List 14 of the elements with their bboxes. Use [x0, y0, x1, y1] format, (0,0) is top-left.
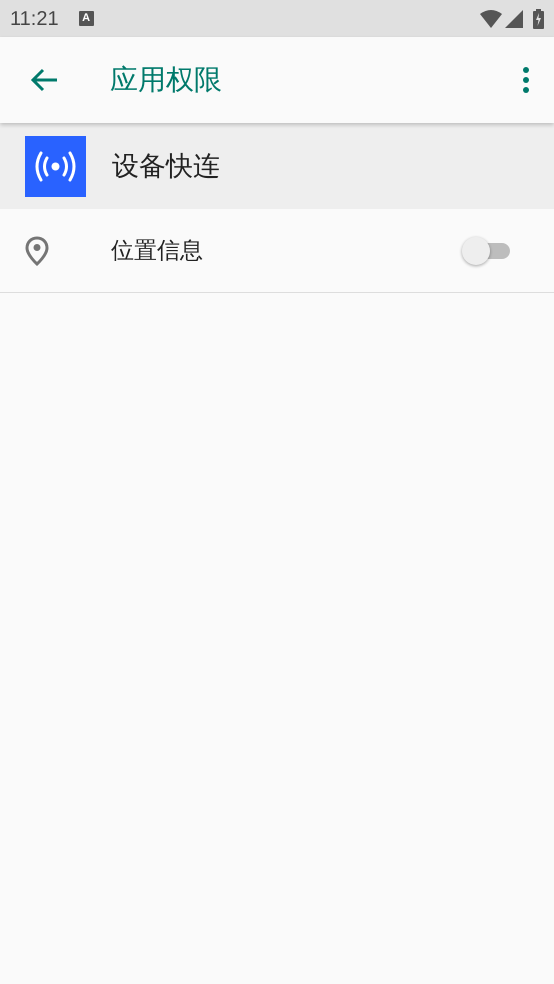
permission-label: 位置信息 — [111, 236, 203, 266]
page-title: 应用权限 — [110, 63, 222, 97]
status-time: 11:21 — [10, 6, 59, 32]
signal-icon — [505, 10, 523, 28]
more-options-button[interactable] — [520, 66, 532, 94]
notification-icon: A — [78, 11, 94, 26]
app-icon — [25, 136, 86, 196]
more-icon — [523, 67, 529, 93]
back-arrow-icon — [30, 68, 58, 92]
app-name: 设备快连 — [112, 150, 220, 183]
location-pin-icon — [25, 236, 49, 266]
battery-charging-icon — [533, 8, 544, 28]
permission-row[interactable]: 位置信息 — [0, 209, 554, 293]
wifi-icon — [480, 10, 502, 28]
